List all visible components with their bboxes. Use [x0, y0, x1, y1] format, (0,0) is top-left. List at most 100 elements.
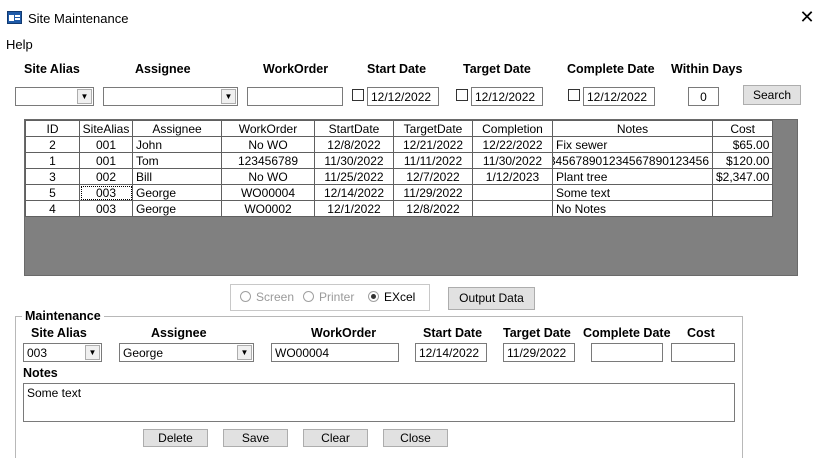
filter-start-date-checkbox[interactable] [352, 89, 364, 101]
cell-id[interactable]: 2 [25, 136, 80, 153]
cell-workorder[interactable]: WO0002 [221, 200, 315, 217]
cell-completion[interactable]: 1/12/2023 [472, 168, 553, 185]
cell-startdate[interactable]: 12/1/2022 [314, 200, 394, 217]
cell-assignee[interactable]: George [132, 200, 222, 217]
cell-completion[interactable]: 12/22/2022 [472, 136, 553, 153]
column-header-targetdate[interactable]: TargetDate [393, 120, 473, 137]
maint-target-date-input[interactable]: 11/29/2022 [503, 343, 575, 362]
menu-help[interactable]: Help [6, 37, 33, 52]
radio-excel-label[interactable]: EXcel [384, 290, 415, 304]
cell-assignee[interactable]: Tom [132, 152, 222, 169]
cell-targetdate[interactable]: 12/21/2022 [393, 136, 473, 153]
cell-cost[interactable] [711, 200, 774, 217]
cell-startdate[interactable]: 11/30/2022 [314, 152, 394, 169]
cell-notes[interactable]: Some text [552, 184, 713, 201]
cell-notes[interactable]: D12345678901234567890123456 [552, 152, 713, 169]
filter-within-days-input[interactable]: 0 [688, 87, 719, 106]
cell-id[interactable]: 5 [25, 184, 80, 201]
cell-cost[interactable]: $2,347.00 [711, 168, 774, 185]
maint-assignee-combo[interactable]: George ▼ [119, 343, 254, 362]
cell-cost[interactable] [711, 184, 774, 201]
filter-assignee-combo[interactable]: ▼ [103, 87, 238, 106]
cell-id[interactable]: 3 [25, 168, 80, 185]
radio-screen[interactable] [240, 291, 251, 302]
filter-complete-date-checkbox[interactable] [568, 89, 580, 101]
column-header-assignee[interactable]: Assignee [132, 120, 222, 137]
delete-button[interactable]: Delete [143, 429, 208, 447]
cell-workorder[interactable]: WO00004 [221, 184, 315, 201]
column-header-cost[interactable]: Cost [711, 120, 774, 137]
cell-completion[interactable]: 11/30/2022 [472, 152, 553, 169]
cell-sitealias[interactable]: 003 [79, 184, 133, 201]
cell-assignee[interactable]: George [132, 184, 222, 201]
cell-startdate[interactable]: 11/25/2022 [314, 168, 394, 185]
cell-targetdate[interactable]: 12/8/2022 [393, 200, 473, 217]
cell-sitealias[interactable]: 001 [79, 136, 133, 153]
chevron-down-icon[interactable]: ▼ [237, 345, 252, 360]
table-row[interactable]: 4 003 George WO0002 12/1/2022 12/8/2022 … [25, 200, 774, 217]
save-button[interactable]: Save [223, 429, 288, 447]
grid-header-row: ID SiteAlias Assignee WorkOrder StartDat… [25, 120, 774, 137]
close-icon[interactable]: ✕ [797, 8, 815, 28]
radio-printer-label[interactable]: Printer [319, 290, 354, 304]
filter-complete-date-input[interactable]: 12/12/2022 [583, 87, 655, 106]
cell-cost[interactable]: $120.00 [711, 152, 774, 169]
table-row[interactable]: 3 002 Bill No WO 11/25/2022 12/7/2022 1/… [25, 168, 774, 185]
radio-excel[interactable] [368, 291, 379, 302]
cell-assignee[interactable]: Bill [132, 168, 222, 185]
cell-targetdate[interactable]: 11/29/2022 [393, 184, 473, 201]
cell-assignee[interactable]: John [132, 136, 222, 153]
close-button[interactable]: Close [383, 429, 448, 447]
cell-startdate[interactable]: 12/14/2022 [314, 184, 394, 201]
cell-sitealias[interactable]: 003 [79, 200, 133, 217]
cell-notes[interactable]: No Notes [552, 200, 713, 217]
cell-sitealias[interactable]: 002 [79, 168, 133, 185]
cell-cost[interactable]: $65.00 [711, 136, 774, 153]
maint-cost-label: Cost [687, 326, 715, 340]
search-button[interactable]: Search [743, 85, 801, 105]
column-header-sitealias[interactable]: SiteAlias [79, 120, 133, 137]
cell-workorder[interactable]: 123456789 [221, 152, 315, 169]
table-row[interactable]: 2 001 John No WO 12/8/2022 12/21/2022 12… [25, 136, 774, 153]
cell-completion[interactable] [472, 184, 553, 201]
column-header-workorder[interactable]: WorkOrder [221, 120, 315, 137]
cell-notes[interactable]: Plant tree [552, 168, 713, 185]
filter-target-date-checkbox[interactable] [456, 89, 468, 101]
cell-workorder[interactable]: No WO [221, 168, 315, 185]
radio-printer[interactable] [303, 291, 314, 302]
maint-start-date-input[interactable]: 12/14/2022 [415, 343, 487, 362]
column-header-notes[interactable]: Notes [552, 120, 713, 137]
table-row[interactable]: 5 003 George WO00004 12/14/2022 11/29/20… [25, 184, 774, 201]
filter-start-date-label: Start Date [367, 62, 427, 76]
cell-id[interactable]: 1 [25, 152, 80, 169]
maint-cost-input[interactable] [671, 343, 735, 362]
column-header-startdate[interactable]: StartDate [314, 120, 394, 137]
cell-notes[interactable]: Fix sewer [552, 136, 713, 153]
maint-notes-textarea[interactable]: Some text [23, 383, 735, 422]
table-row[interactable]: 1 001 Tom 123456789 11/30/2022 11/11/202… [25, 152, 774, 169]
column-header-id[interactable]: ID [25, 120, 80, 137]
cell-completion[interactable] [472, 200, 553, 217]
maint-site-alias-combo[interactable]: 003 ▼ [23, 343, 102, 362]
chevron-down-icon[interactable]: ▼ [77, 89, 92, 104]
cell-targetdate[interactable]: 12/7/2022 [393, 168, 473, 185]
chevron-down-icon[interactable]: ▼ [85, 345, 100, 360]
chevron-down-icon[interactable]: ▼ [221, 89, 236, 104]
results-grid[interactable]: ID SiteAlias Assignee WorkOrder StartDat… [25, 120, 774, 217]
cell-sitealias[interactable]: 001 [79, 152, 133, 169]
cell-startdate[interactable]: 12/8/2022 [314, 136, 394, 153]
window-title: Site Maintenance [28, 11, 129, 26]
maint-workorder-input[interactable]: WO00004 [271, 343, 399, 362]
cell-id[interactable]: 4 [25, 200, 80, 217]
filter-site-alias-combo[interactable]: ▼ [15, 87, 94, 106]
column-header-completion[interactable]: Completion [472, 120, 553, 137]
cell-workorder[interactable]: No WO [221, 136, 315, 153]
radio-screen-label[interactable]: Screen [256, 290, 294, 304]
filter-start-date-input[interactable]: 12/12/2022 [367, 87, 439, 106]
filter-target-date-input[interactable]: 12/12/2022 [471, 87, 543, 106]
filter-workorder-input[interactable] [247, 87, 343, 106]
maint-complete-date-input[interactable] [591, 343, 663, 362]
clear-button[interactable]: Clear [303, 429, 368, 447]
output-data-button[interactable]: Output Data [448, 287, 535, 310]
cell-targetdate[interactable]: 11/11/2022 [393, 152, 473, 169]
